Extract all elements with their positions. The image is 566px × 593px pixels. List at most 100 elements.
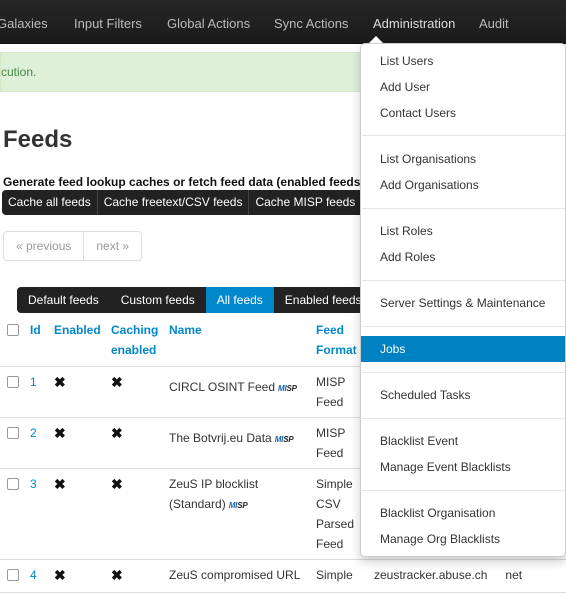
misp-logo-icon: MISP <box>278 379 297 399</box>
menu-list-roles[interactable]: List Roles <box>361 218 565 244</box>
menu-add-user[interactable]: Add User <box>361 74 565 100</box>
menu-scheduled-tasks[interactable]: Scheduled Tasks <box>361 382 565 408</box>
row-id: 4 <box>30 559 54 593</box>
cache-all-feeds-button[interactable]: Cache all feeds <box>2 190 98 215</box>
header-enabled[interactable]: Enabled <box>54 314 111 367</box>
top-navbar: Galaxies Input Filters Global Actions Sy… <box>0 0 566 44</box>
menu-divider <box>362 418 565 419</box>
nav-global-actions[interactable]: Global Actions <box>167 0 250 44</box>
row-format: Simple <box>316 559 370 593</box>
menu-manage-org-blacklists[interactable]: Manage Org Blacklists <box>361 526 565 552</box>
menu-list-users[interactable]: List Users <box>361 48 565 74</box>
menu-divider <box>362 208 565 209</box>
row-name: The Botvrij.eu Data MISP <box>169 417 316 469</box>
row-checkbox[interactable] <box>7 427 19 439</box>
menu-list-organisations[interactable]: List Organisations <box>361 146 565 172</box>
format-line: Feed <box>316 395 344 409</box>
tab-custom-feeds[interactable]: Custom feeds <box>109 287 206 313</box>
row-checkbox[interactable] <box>7 569 19 581</box>
disabled-x-icon: ✖ <box>54 476 66 492</box>
feed-name: CIRCL OSINT Feed <box>169 380 276 394</box>
cache-button-group: Cache all feeds Cache freetext/CSV feeds C… <box>2 190 363 215</box>
feed-id-link[interactable]: 1 <box>30 375 37 389</box>
misp-logo-mi: MI <box>278 384 287 393</box>
feed-name-line2: (Standard) <box>169 497 226 511</box>
tab-all-feeds[interactable]: All feeds <box>205 287 274 313</box>
row-select-cell <box>0 366 30 418</box>
row-checkbox[interactable] <box>7 376 19 388</box>
row-select-cell <box>0 559 30 593</box>
row-caching: ✖ <box>111 417 169 469</box>
administration-dropdown-menu: List Users Add User Contact Users List O… <box>360 43 566 557</box>
misp-logo-icon: MISP <box>229 496 248 516</box>
row-enabled: ✖ <box>54 559 111 593</box>
format-line: Simple <box>316 477 353 491</box>
header-caching-enabled[interactable]: Caching enabled <box>111 314 169 367</box>
header-name[interactable]: Name <box>169 314 316 367</box>
pager-previous[interactable]: « previous <box>4 232 83 260</box>
feed-id-link[interactable]: 3 <box>30 477 37 491</box>
menu-divider <box>362 326 565 327</box>
nav-sync-actions[interactable]: Sync Actions <box>274 0 348 44</box>
row-enabled: ✖ <box>54 468 111 560</box>
row-caching: ✖ <box>111 559 169 593</box>
row-select-cell <box>0 417 30 469</box>
row-caching: ✖ <box>111 366 169 418</box>
row-id: 1 <box>30 366 54 418</box>
disabled-x-icon: ✖ <box>54 425 66 441</box>
pagination: « previous next » <box>3 231 143 261</box>
disabled-x-icon: ✖ <box>111 476 123 492</box>
misp-logo-icon: MISP <box>275 430 294 450</box>
menu-divider <box>362 135 565 136</box>
dropdown-caret <box>369 36 383 43</box>
disabled-x-icon: ✖ <box>54 374 66 390</box>
row-checkbox[interactable] <box>7 478 19 490</box>
cache-misp-feeds-button[interactable]: Cache MISP feeds <box>249 190 363 215</box>
menu-add-organisations[interactable]: Add Organisations <box>361 172 565 198</box>
nav-input-filters[interactable]: Input Filters <box>74 0 142 44</box>
menu-contact-users[interactable]: Contact Users <box>361 100 565 126</box>
menu-add-roles[interactable]: Add Roles <box>361 244 565 270</box>
misp-logo-sp: SP <box>286 384 297 393</box>
tab-enabled-feeds[interactable]: Enabled feeds <box>273 287 373 313</box>
menu-manage-event-blacklists[interactable]: Manage Event Blacklists <box>361 454 565 480</box>
menu-blacklist-event[interactable]: Blacklist Event <box>361 428 565 454</box>
format-line: Feed <box>316 537 344 551</box>
cache-freetext-csv-button[interactable]: Cache freetext/CSV feeds <box>97 190 250 215</box>
row-enabled: ✖ <box>54 366 111 418</box>
disabled-x-icon: ✖ <box>111 425 123 441</box>
header-caching-line1: Caching <box>111 323 159 337</box>
nav-galaxies[interactable]: Galaxies <box>0 0 48 44</box>
menu-blacklist-organisation[interactable]: Blacklist Organisation <box>361 500 565 526</box>
select-all-cell <box>0 314 30 367</box>
success-message-text: cution. <box>1 65 37 79</box>
nav-administration[interactable]: Administration <box>373 0 455 44</box>
format-line: MISP <box>316 375 346 389</box>
menu-divider <box>362 490 565 491</box>
table-row: 4 ✖ ✖ ZeuS compromised URL Simple zeustr… <box>0 559 566 593</box>
nav-audit[interactable]: Audit <box>479 0 509 44</box>
misp-logo-sp: SP <box>237 501 248 510</box>
feed-id-link[interactable]: 4 <box>30 568 37 582</box>
menu-divider <box>362 280 565 281</box>
disabled-x-icon: ✖ <box>111 567 123 583</box>
feed-name: The Botvrij.eu Data <box>169 431 272 445</box>
misp-logo-sp: SP <box>283 435 294 444</box>
row-select-cell <box>0 468 30 560</box>
row-name: ZeuS IP blocklist (Standard) MISP <box>169 468 316 560</box>
pager-next[interactable]: next » <box>83 232 141 260</box>
disabled-x-icon: ✖ <box>111 374 123 390</box>
select-all-checkbox[interactable] <box>7 324 19 336</box>
format-line: Simple <box>316 568 353 582</box>
misp-logo-mi: MI <box>228 501 238 510</box>
feed-provider: zeustracker.abuse.ch <box>374 568 488 582</box>
misp-logo-mi: MI <box>274 435 284 444</box>
feed-extra: net <box>505 568 523 582</box>
menu-jobs[interactable]: Jobs <box>361 336 565 362</box>
tab-default-feeds[interactable]: Default feeds <box>17 287 110 313</box>
format-line: MISP <box>316 426 346 440</box>
header-id[interactable]: Id <box>30 314 54 367</box>
feed-id-link[interactable]: 2 <box>30 426 37 440</box>
format-line: CSV <box>316 497 341 511</box>
menu-server-settings[interactable]: Server Settings & Maintenance <box>361 290 565 316</box>
